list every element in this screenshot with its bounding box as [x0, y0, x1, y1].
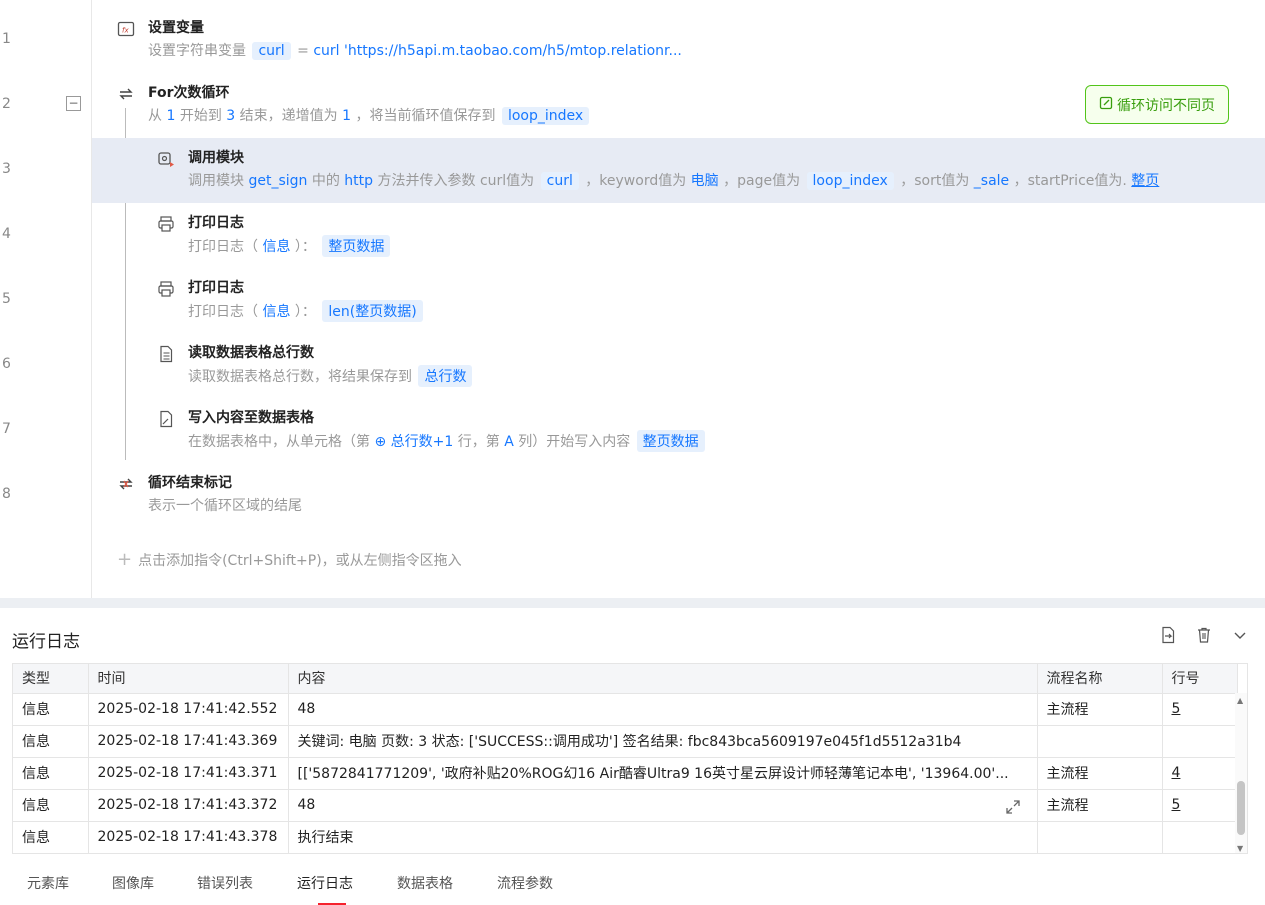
line-number: 1: [2, 31, 11, 47]
export-icon[interactable]: [1159, 626, 1177, 644]
step-desc: 读取数据表格总行数，将结果保存到 总行数: [188, 365, 1088, 387]
step-desc: 打印日志（ 信息 ）： len(整页数据): [188, 300, 1088, 322]
module-call-icon: [157, 150, 175, 168]
step-title: 写入内容至数据表格: [188, 410, 314, 426]
step-print-log[interactable]: 打印日志 打印日志（ 信息 ）： 整页数据: [92, 203, 1265, 268]
table-row[interactable]: 信息 2025-02-18 17:41:43.369 关键词: 电脑 页数: 3 状…: [13, 725, 1238, 758]
step-title: For次数循环: [148, 85, 230, 101]
line-number: 5: [2, 291, 11, 307]
line-link[interactable]: 4: [1162, 757, 1238, 790]
printer-icon: [157, 280, 175, 298]
column-header[interactable]: 时间: [88, 664, 289, 694]
step-set-variable[interactable]: fx 设置变量 设置字符串变量 curl = curl 'https://h5a…: [92, 8, 1265, 73]
collapse-loop-button[interactable]: −: [66, 96, 81, 111]
column-header[interactable]: 行号: [1162, 664, 1238, 694]
step-write-table[interactable]: 写入内容至数据表格 在数据表格中，从单元格（第 ⊕ 总行数+1 行，第 A 列）…: [92, 398, 1265, 463]
step-title: 打印日志: [188, 280, 244, 296]
step-print-log[interactable]: 打印日志 打印日志（ 信息 ）： len(整页数据): [92, 268, 1265, 333]
scroll-up-icon[interactable]: ▲: [1237, 696, 1243, 705]
expand-icon[interactable]: [1005, 799, 1021, 815]
fx-variable-icon: fx: [117, 20, 135, 38]
plus-icon: +: [117, 549, 133, 570]
tab-run-log[interactable]: 运行日志: [297, 873, 353, 893]
tab-data-table[interactable]: 数据表格: [397, 873, 453, 893]
line-number: 3: [2, 161, 11, 177]
step-desc: 打印日志（ 信息 ）： 整页数据: [188, 235, 1088, 257]
note-button[interactable]: 循环访问不同页: [1085, 85, 1229, 124]
panel-divider[interactable]: [0, 598, 1265, 608]
document-icon: [157, 345, 175, 363]
log-actions: [1159, 626, 1249, 644]
table-row[interactable]: 信息 2025-02-18 17:41:42.552 48 主流程 5: [13, 693, 1238, 726]
step-desc: 设置字符串变量 curl = curl 'https://h5api.m.tao…: [148, 42, 682, 60]
step-title: 调用模块: [188, 150, 244, 166]
chevron-down-icon[interactable]: [1231, 626, 1249, 644]
table-row[interactable]: 信息 2025-02-18 17:41:43.378 执行结束: [13, 821, 1238, 853]
table-row[interactable]: 信息 2025-02-18 17:41:43.371 [['587284177120…: [13, 757, 1238, 790]
log-scrollbar[interactable]: ▲ ▼: [1235, 693, 1247, 853]
line-link[interactable]: 5: [1162, 789, 1238, 822]
line-number: 4: [2, 226, 11, 242]
column-header[interactable]: 流程名称: [1037, 664, 1163, 694]
step-title: 设置变量: [148, 20, 204, 36]
line-number: 2: [2, 96, 11, 112]
add-command-hint[interactable]: + 点击添加指令(Ctrl+Shift+P)，或从左侧指令区拖入: [117, 549, 462, 570]
log-title: 运行日志: [12, 632, 80, 652]
tab-image-library[interactable]: 图像库: [112, 873, 154, 893]
tab-element-library[interactable]: 元素库: [27, 873, 69, 893]
step-desc: 调用模块 get_sign 中的 http 方法并传入参数 curl值为 cur…: [188, 172, 1160, 190]
table-row[interactable]: 信息 2025-02-18 17:41:43.372 48 主流程 5: [13, 789, 1238, 822]
line-number: 6: [2, 356, 11, 372]
line-gutter: 1 2 3 4 5 6 7 8 −: [0, 0, 92, 598]
scrollbar-thumb[interactable]: [1237, 781, 1245, 835]
step-title: 打印日志: [188, 215, 244, 231]
loop-icon: [117, 85, 135, 103]
step-title: 读取数据表格总行数: [188, 345, 314, 361]
step-call-module[interactable]: 调用模块 调用模块 get_sign 中的 http 方法并传入参数 curl值…: [92, 138, 1265, 203]
write-table-icon: [157, 410, 175, 428]
step-desc: 从 1 开始到 3 结束，递增值为 1 ，将当前循环值保存到 loop_inde…: [148, 105, 1048, 125]
tab-error-list[interactable]: 错误列表: [197, 873, 253, 893]
printer-icon: [157, 215, 175, 233]
step-title: 循环结束标记: [148, 475, 232, 491]
table-header: 类型 时间 内容 流程名称 行号: [13, 664, 1238, 694]
tab-flow-params[interactable]: 流程参数: [497, 873, 553, 893]
note-icon: [1099, 96, 1113, 114]
trash-icon[interactable]: [1195, 626, 1213, 644]
svg-text:fx: fx: [122, 27, 129, 35]
line-link[interactable]: 5: [1162, 693, 1238, 726]
column-header[interactable]: 内容: [288, 664, 1038, 694]
variable-badge-icon: ⊕: [374, 434, 387, 450]
step-loop-end[interactable]: 循环结束标记 表示一个循环区域的结尾: [92, 463, 1265, 528]
line-link[interactable]: [1162, 725, 1238, 758]
line-number: 7: [2, 421, 11, 437]
bottom-tabs: 元素库 图像库 错误列表 运行日志 数据表格 流程参数: [0, 870, 1265, 905]
flow-editor: 1 2 3 4 5 6 7 8 − fx 设置变量 设置字符串变量 curl =…: [0, 0, 1265, 598]
loop-end-icon: [117, 475, 135, 493]
step-desc: 在数据表格中，从单元格（第 ⊕ 总行数+1 行，第 A 列）开始写入内容 整页数…: [188, 430, 1088, 452]
line-number: 8: [2, 486, 11, 502]
column-header[interactable]: 类型: [13, 664, 89, 694]
run-log-panel: 运行日志 类型 时间 内容 流程名称 行号 信息 2025-02-18 17:4…: [0, 608, 1265, 905]
log-table: 类型 时间 内容 流程名称 行号 信息 2025-02-18 17:41:42.5…: [12, 663, 1248, 854]
scroll-down-icon[interactable]: ▼: [1237, 844, 1243, 853]
step-desc: 表示一个循环区域的结尾: [148, 498, 302, 514]
line-link[interactable]: [1162, 821, 1238, 853]
step-read-table-rows[interactable]: 读取数据表格总行数 读取数据表格总行数，将结果保存到 总行数: [92, 333, 1265, 398]
